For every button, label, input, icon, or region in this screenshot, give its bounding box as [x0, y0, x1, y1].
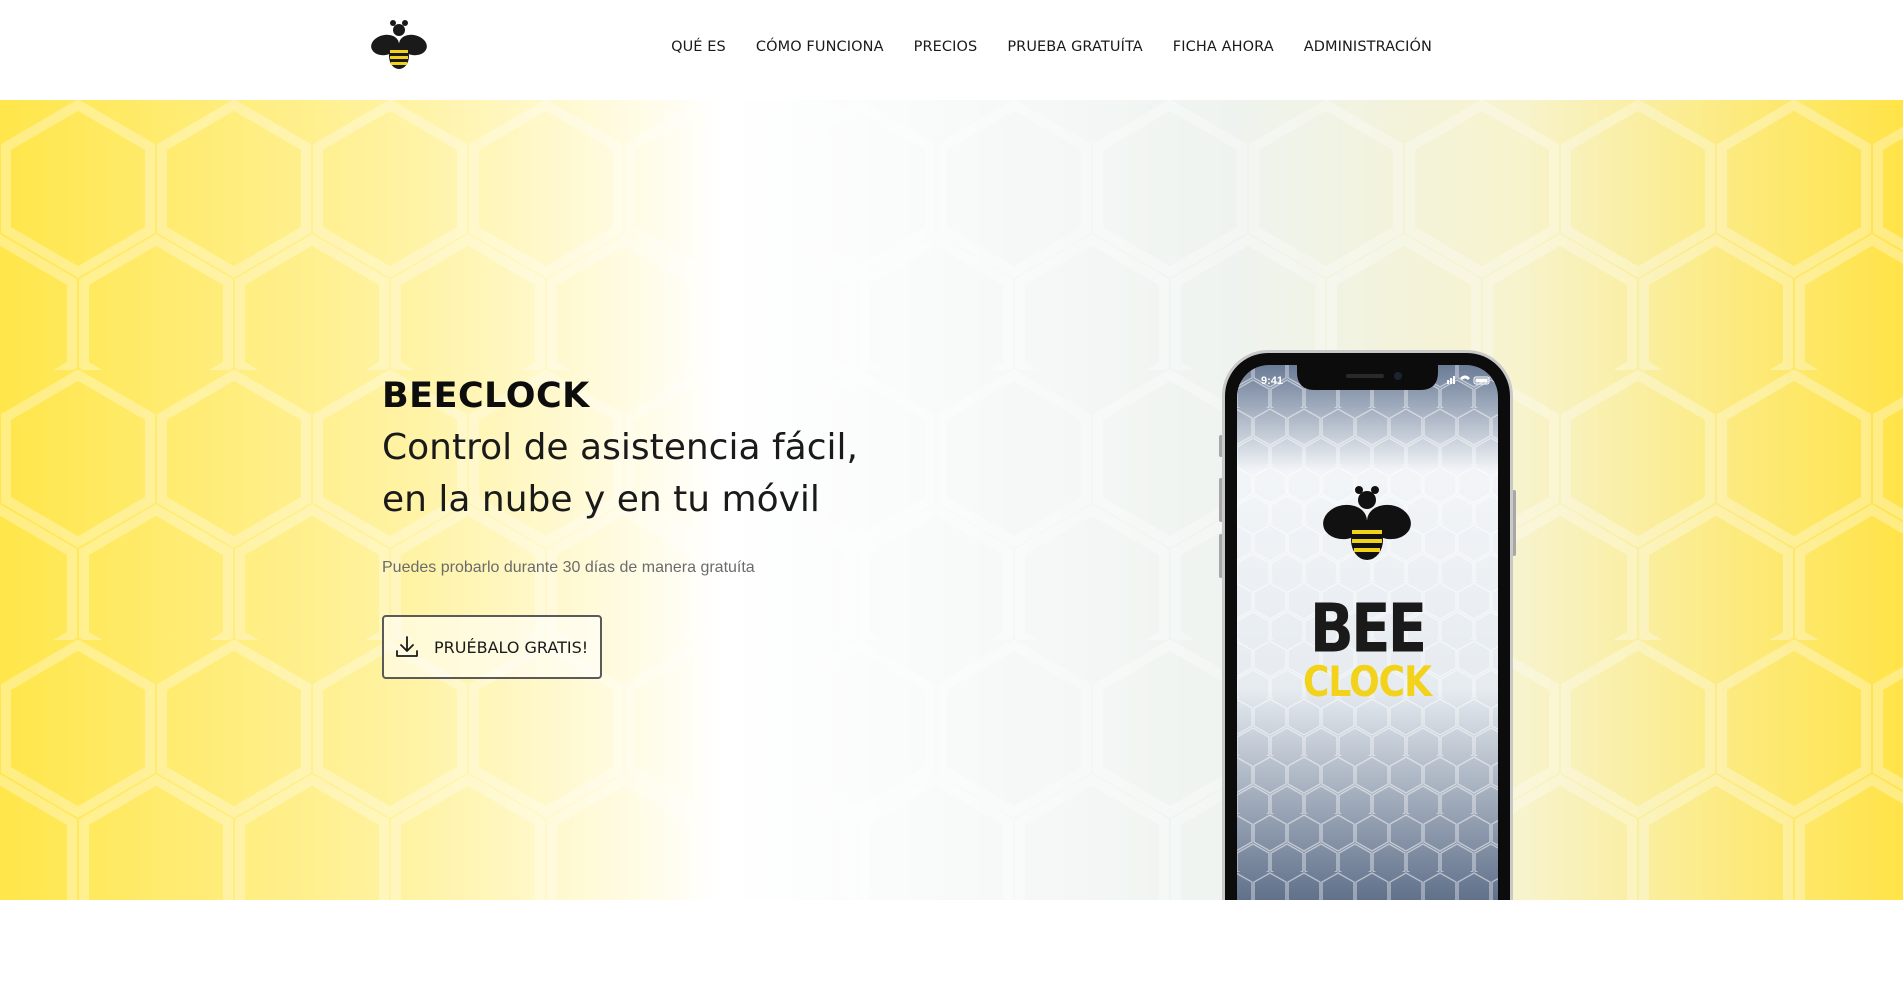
hero-section: BEECLOCK Control de asistencia fácil, en…	[0, 100, 1903, 900]
nav-que-es[interactable]: QUÉ ES	[671, 39, 726, 55]
honeycomb-background	[0, 100, 1903, 900]
hero-subtitle: Puedes probarlo durante 30 días de maner…	[382, 559, 755, 576]
phone-mockup: 9:41 BEE CLOCK	[1219, 350, 1516, 900]
nav-ficha-ahora[interactable]: FICHA AHORA	[1173, 39, 1274, 55]
hero-text-block: BEECLOCK Control de asistencia fácil, en…	[382, 374, 902, 577]
main-nav: QUÉ ES CÓMO FUNCIONA PRECIOS PRUEBA GRAT…	[671, 39, 1432, 55]
nav-como-funciona[interactable]: CÓMO FUNCIONA	[756, 39, 884, 55]
nav-precios[interactable]: PRECIOS	[914, 39, 978, 55]
try-free-label: PRUÉBALO GRATIS!	[434, 637, 589, 657]
try-free-button[interactable]: PRUÉBALO GRATIS!	[382, 615, 602, 679]
nav-administracion[interactable]: ADMINISTRACIÓN	[1304, 39, 1432, 55]
tagline-line-1: Control de asistencia fácil,	[382, 427, 858, 468]
status-time: 9:41	[1261, 375, 1283, 387]
brand-title: BEECLOCK	[382, 376, 590, 416]
app-logo-bee: BEE	[1310, 589, 1424, 667]
tagline-line-2: en la nube y en tu móvil	[382, 479, 820, 520]
nav-prueba-gratuita[interactable]: PRUEBA GRATUÍTA	[1007, 39, 1142, 55]
bee-logo-icon[interactable]	[370, 18, 428, 72]
download-icon	[396, 636, 418, 657]
app-logo-clock: CLOCK	[1303, 659, 1434, 707]
site-header: QUÉ ES CÓMO FUNCIONA PRECIOS PRUEBA GRAT…	[0, 0, 1903, 100]
